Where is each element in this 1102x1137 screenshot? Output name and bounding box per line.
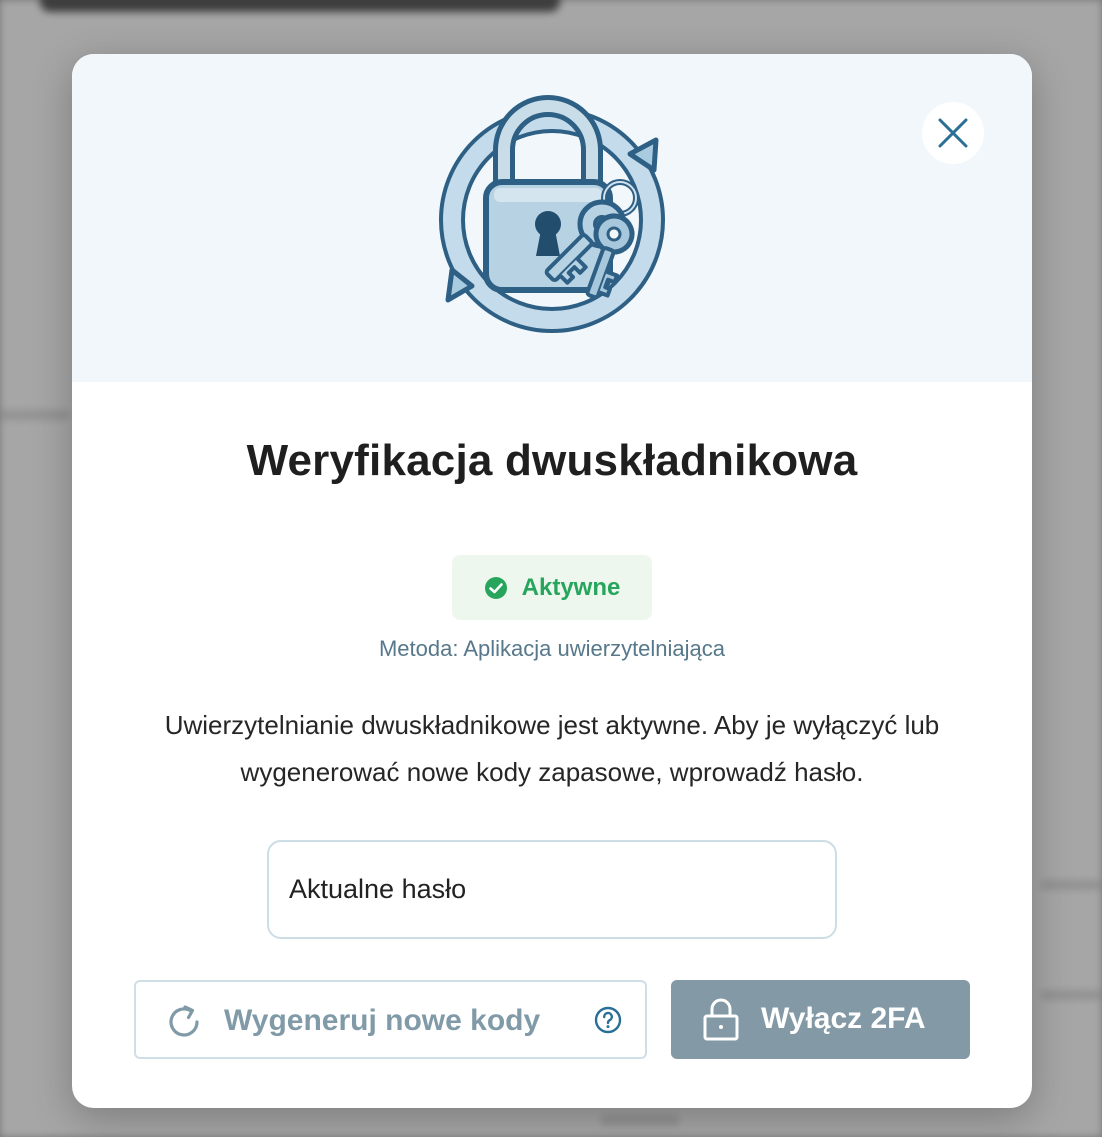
modal-title: Weryfikacja dwuskładnikowa <box>246 436 858 485</box>
refresh-icon <box>169 1005 199 1037</box>
close-button[interactable] <box>922 102 984 164</box>
two-factor-modal: Weryfikacja dwuskładnikowa Aktywne Metod… <box>72 54 1032 1108</box>
help-circle-icon[interactable] <box>594 1006 622 1034</box>
disable-2fa-button[interactable]: Wyłącz 2FA <box>671 980 970 1059</box>
check-circle-icon <box>484 576 507 599</box>
disable-2fa-label: Wyłącz 2FA <box>761 1002 926 1035</box>
close-icon <box>938 118 968 148</box>
padlock-keys-icon <box>439 95 665 333</box>
modal-hero <box>72 54 1032 382</box>
status-label: Aktywne <box>521 573 621 601</box>
status-badge: Aktywne <box>452 555 652 620</box>
regenerate-codes-button[interactable]: Wygeneruj nowe kody <box>134 980 647 1059</box>
regenerate-codes-label: Wygeneruj nowe kody <box>224 1004 541 1037</box>
method-text: Metoda: Aplikacja uwierzytelniająca <box>378 636 726 661</box>
current-password-input[interactable] <box>267 840 837 939</box>
description-text: Uwierzytelnianie dwuskładnikowe jest akt… <box>164 710 940 787</box>
lock-icon <box>703 998 739 1041</box>
